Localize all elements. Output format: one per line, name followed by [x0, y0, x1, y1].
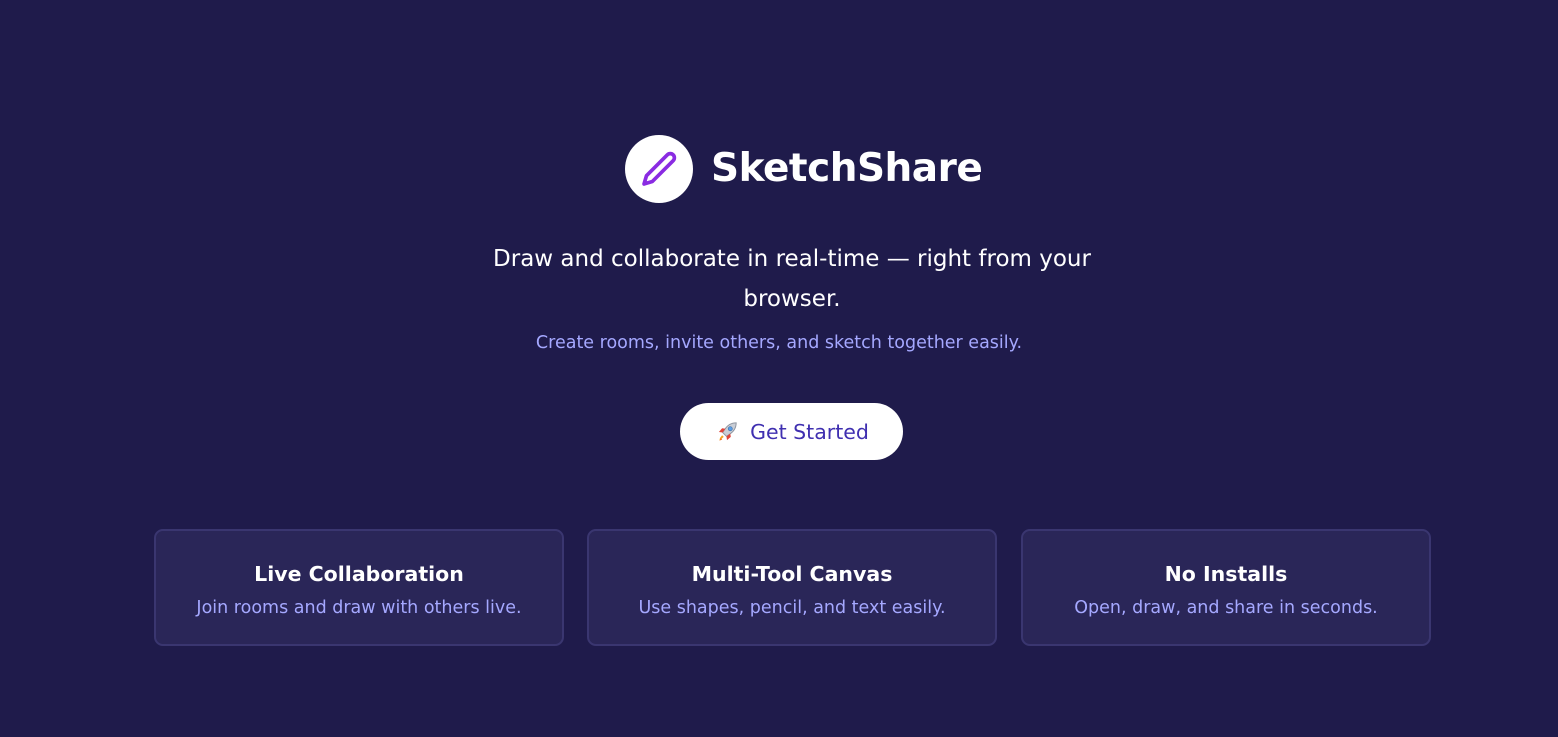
feature-title: Live Collaboration: [254, 562, 464, 586]
rocket-icon: [714, 419, 740, 445]
brand-header: SketchShare: [625, 135, 983, 203]
feature-card-multi-tool-canvas: Multi-Tool Canvas Use shapes, pencil, an…: [587, 529, 997, 646]
logo: [625, 135, 693, 203]
app-title: SketchShare: [711, 146, 983, 191]
feature-description: Join rooms and draw with others live.: [196, 598, 522, 618]
feature-title: No Installs: [1164, 562, 1288, 586]
feature-card-no-installs: No Installs Open, draw, and share in sec…: [1021, 529, 1431, 646]
hero-subtagline: Create rooms, invite others, and sketch …: [535, 333, 1023, 353]
hero-tagline: Draw and collaborate in real-time — righ…: [493, 246, 1091, 312]
feature-description: Use shapes, pencil, and text easily.: [638, 598, 946, 618]
pencil-icon: [639, 149, 679, 189]
feature-title: Multi-Tool Canvas: [691, 562, 893, 586]
get-started-label: Get Started: [750, 419, 869, 444]
feature-card-live-collaboration: Live Collaboration Join rooms and draw w…: [154, 529, 564, 646]
feature-description: Open, draw, and share in seconds.: [1074, 598, 1378, 618]
get-started-button[interactable]: Get Started: [680, 403, 903, 460]
